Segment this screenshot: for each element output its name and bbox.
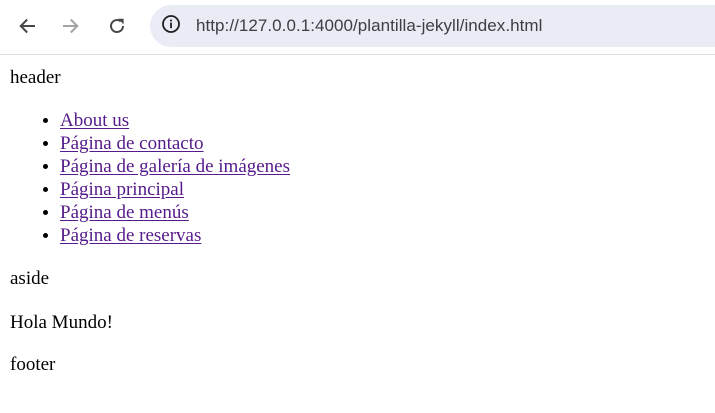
nav-menu: About us Página de contacto Página de ga… <box>10 109 290 247</box>
info-icon <box>161 14 181 39</box>
nav-item: Página de menús <box>60 201 290 224</box>
nav-link-principal[interactable]: Página principal <box>60 179 184 200</box>
reload-icon <box>107 16 127 36</box>
nav-item: Página principal <box>60 178 290 201</box>
nav-link-galeria[interactable]: Página de galería de imágenes <box>60 156 290 177</box>
browser-toolbar: http://127.0.0.1:4000/plantilla-jekyll/i… <box>0 0 715 55</box>
nav-link-menus[interactable]: Página de menús <box>60 202 189 223</box>
footer-text: footer <box>10 354 56 375</box>
site-info-button[interactable] <box>159 14 183 38</box>
nav-item: Página de galería de imágenes <box>60 155 290 178</box>
nav-link-contacto[interactable]: Página de contacto <box>60 133 204 154</box>
arrow-left-icon <box>17 16 37 36</box>
nav-item: Página de reservas <box>60 224 290 247</box>
arrow-right-icon <box>61 16 81 36</box>
aside-text: aside <box>10 268 50 289</box>
nav-item: About us <box>60 109 290 132</box>
url-text[interactable]: http://127.0.0.1:4000/plantilla-jekyll/i… <box>196 16 542 36</box>
nav-link-about-us[interactable]: About us <box>60 110 129 131</box>
nav-item: Página de contacto <box>60 132 290 155</box>
reload-button[interactable] <box>101 10 133 42</box>
address-bar[interactable]: http://127.0.0.1:4000/plantilla-jekyll/i… <box>150 5 715 47</box>
page-content: header About us Página de contacto Págin… <box>0 56 715 413</box>
forward-button[interactable] <box>55 10 87 42</box>
back-button[interactable] <box>11 10 43 42</box>
header-text: header <box>10 67 61 88</box>
main-text: Hola Mundo! <box>10 312 113 333</box>
nav-link-reservas[interactable]: Página de reservas <box>60 225 201 246</box>
